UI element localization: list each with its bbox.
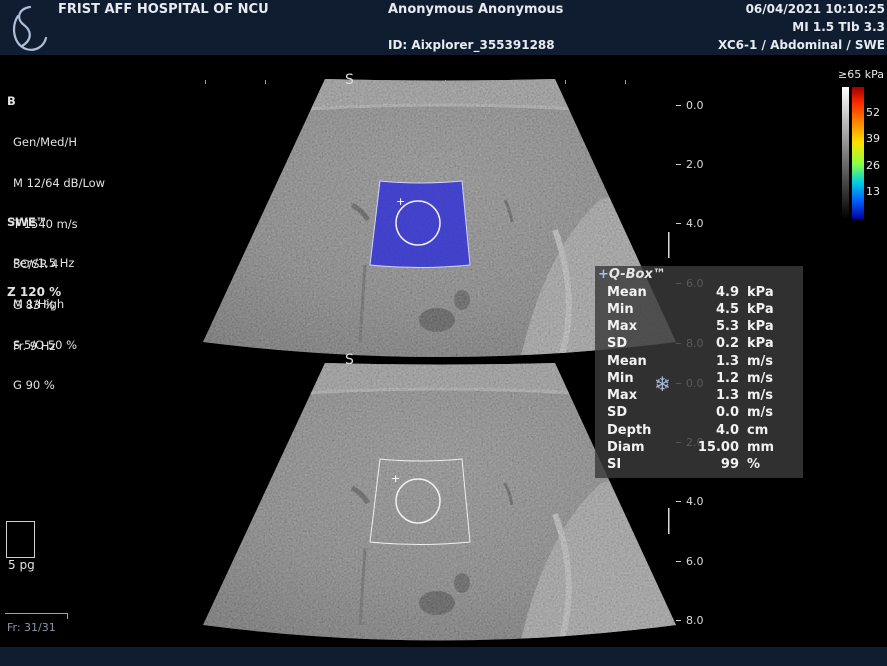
qbox-title-text: Q-Box™ [608, 267, 666, 282]
qbox-value: 5.3 [715, 319, 739, 334]
qbox-label: Mean [607, 354, 647, 369]
qbox-value: 15.00 [697, 440, 739, 455]
qbox-label: Diam [607, 440, 645, 455]
qbox-value: 4.0 [715, 423, 739, 438]
scale-bar [668, 508, 670, 534]
depth-tick [676, 164, 681, 165]
depth-tick [676, 620, 681, 621]
qbox-row: Min 1.2 m/s [607, 371, 797, 388]
qbox-value: 1.2 [715, 371, 739, 386]
lateral-tick [325, 80, 326, 84]
cursor-cross-icon: + [396, 195, 405, 208]
qbox-unit: m/s [747, 371, 774, 386]
colorbar-max-label: ≥65 kPa [838, 68, 884, 81]
qbox-value: 99 [720, 457, 739, 472]
lateral-tick [265, 80, 266, 84]
grayscale-bar [842, 87, 849, 219]
depth-tick [676, 223, 681, 224]
colorbar-value: 52 [866, 106, 880, 119]
lateral-tick [625, 80, 626, 84]
qbox-row: SD 0.2 kPa [607, 336, 797, 353]
qbox-unit: kPa [747, 302, 774, 317]
focus-marker-icon: S [345, 352, 354, 368]
bmode-line: Gen/Med/H [13, 134, 77, 149]
qbox-row: SD 0.0 m/s [607, 405, 797, 422]
qbox-unit: m/s [747, 405, 774, 420]
colorbar-value: 39 [866, 132, 880, 145]
bmode-title: B [7, 94, 16, 109]
qbox-unit: cm [747, 423, 769, 438]
qbox-unit: m/s [747, 354, 774, 369]
depth-label: 6.0 [686, 555, 704, 568]
cursor-cross-icon: + [391, 472, 400, 485]
swe-line: Pen/1.5 Hz [13, 255, 75, 270]
qbox-row: Mean 4.9 kPa [607, 285, 797, 302]
page-thumbnail[interactable] [6, 521, 35, 558]
lateral-tick [505, 80, 506, 84]
qbox-label: Min [607, 371, 634, 386]
swe-line: G 90 % [13, 378, 55, 393]
qbox-row: Depth 4.0 cm [607, 423, 797, 440]
qbox-value: 1.3 [715, 388, 739, 403]
frame-counter: Fr: 31/31 [7, 621, 56, 634]
qbox-unit: kPa [747, 319, 774, 334]
lateral-tick [565, 80, 566, 84]
qbox-value: 0.0 [715, 405, 739, 420]
depth-label: 2.0 [686, 158, 704, 171]
focus-marker-icon: S [345, 72, 354, 88]
lateral-tick [445, 80, 446, 84]
qbox-row: Mean 1.3 m/s [607, 354, 797, 371]
swe-roi-box[interactable] [369, 180, 471, 268]
depth-label: 4.0 [686, 495, 704, 508]
qbox-row: Min 4.5 kPa [607, 302, 797, 319]
qbox-title: +Q-Box™ [598, 267, 666, 282]
qbox-row: SI 99% [607, 457, 797, 474]
depth-label: 0.0 [686, 99, 704, 112]
page-count: 5 pg [8, 558, 35, 572]
qbox-label: SD [607, 336, 628, 351]
qbox-label: Max [607, 319, 638, 334]
swe-line: M 1/High [13, 296, 65, 311]
footer-bar [0, 647, 887, 666]
depth-tick [676, 561, 681, 562]
lateral-tick [385, 80, 386, 84]
qbox-label: Max [607, 388, 638, 403]
depth-label: 8.0 [686, 614, 704, 627]
qbox-label: Min [607, 302, 634, 317]
qbox-unit: mm [747, 440, 775, 455]
qbox-value: 4.9 [715, 285, 739, 300]
qbox-unit: kPa [747, 336, 774, 351]
swe-title: SWE™ [7, 215, 48, 230]
qbox-label: SD [607, 405, 628, 420]
lateral-tick [205, 80, 206, 84]
qbox-value: 4.5 [715, 302, 739, 317]
qbox-value: 1.3 [715, 354, 739, 369]
swe-line: S 5/O 50 % [13, 337, 78, 352]
elasticity-color-bar [852, 87, 864, 219]
qbox-value: 0.2 [715, 336, 739, 351]
qbox-row: Max 1.3 m/s [607, 388, 797, 405]
colorbar-value: 26 [866, 159, 880, 172]
depth-tick [676, 105, 681, 106]
snowflake-icon[interactable]: ❄ [654, 372, 671, 396]
depth-tick [676, 501, 681, 502]
qbox-panel: +Q-Box™ Mean 4.9 kPa Min 4.5 kPa Max 5.3 kPa S… [595, 266, 803, 478]
qbox-plus-icon: + [598, 267, 609, 282]
qbox-unit: kPa [747, 285, 774, 300]
colorbar-value: 13 [866, 185, 880, 198]
zoom-level: Z 120 % [7, 285, 62, 299]
cine-frame-bar[interactable] [5, 613, 68, 619]
qbox-label: Mean [607, 285, 647, 300]
qbox-row: Diam 15.00 mm [607, 440, 797, 457]
qbox-label: Depth [607, 423, 652, 438]
qbox-row: Max 5.3 kPa [607, 319, 797, 336]
qbox-unit: % [747, 457, 761, 472]
depth-label: 4.0 [686, 217, 704, 230]
scale-bar [668, 232, 670, 258]
qbox-label: SI [607, 457, 622, 472]
qbox-unit: m/s [747, 388, 774, 403]
